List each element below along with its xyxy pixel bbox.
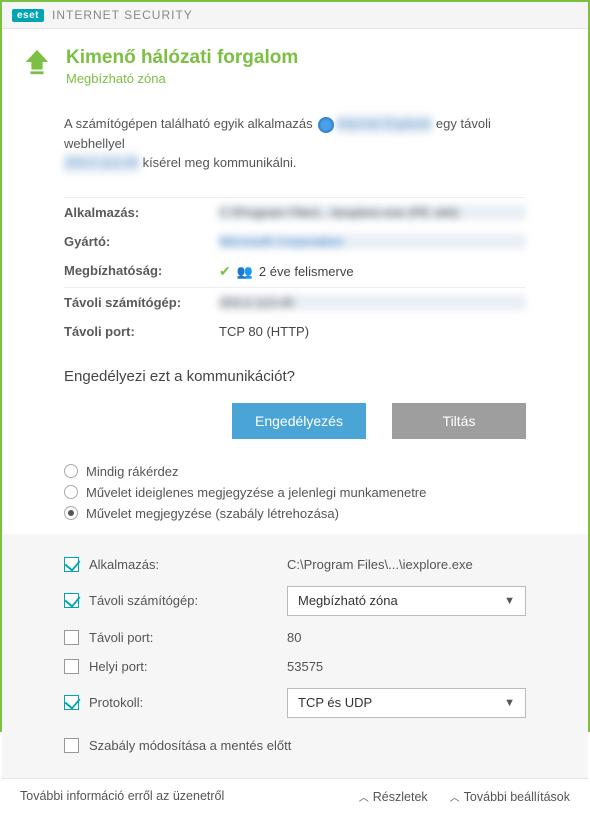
value-vendor: Microsoft Corporation: [219, 234, 526, 249]
product-name: INTERNET SECURITY: [52, 8, 193, 22]
radio-icon: [64, 506, 78, 520]
ie-icon: [318, 117, 334, 133]
rule-section: Alkalmazás: C:\Program Files\...\iexplor…: [2, 534, 588, 778]
select-protocol[interactable]: TCP és UDP▼: [287, 688, 526, 718]
brand-badge: eset: [12, 9, 44, 22]
value-port: TCP 80 (HTTP): [219, 324, 526, 339]
upload-arrow-icon: [22, 47, 52, 80]
details-toggle[interactable]: ︿Részletek: [359, 789, 428, 804]
label-app: Alkalmazás:: [64, 205, 219, 220]
titlebar: eset INTERNET SECURITY: [2, 2, 588, 29]
more-settings-toggle[interactable]: ︿További beállítások: [450, 789, 570, 804]
rule-value-rport: 80: [287, 630, 526, 645]
radio-icon: [64, 485, 78, 499]
rule-label-app: Alkalmazás:: [89, 557, 277, 572]
footer: További információ erről az üzenetről ︿R…: [2, 778, 588, 814]
redacted-host: 203.0.113.45: [64, 153, 139, 173]
value-remote: 203.0.113.45: [219, 295, 526, 310]
chevron-down-icon: ▼: [504, 595, 515, 607]
checkbox-remote-port[interactable]: [64, 630, 79, 645]
rule-value-lport: 53575: [287, 659, 526, 674]
redacted-app: Internet Explorer: [336, 114, 432, 134]
rule-label-rport: Távoli port:: [89, 630, 277, 645]
allow-button[interactable]: Engedélyezés: [232, 403, 366, 439]
radio-create-rule[interactable]: Művelet megjegyzése (szabály létrehozása…: [64, 503, 526, 524]
dialog-title: Kimenő hálózati forgalom: [66, 47, 298, 69]
value-app: C:\Program Files\...\iexplore.exe (PE x6…: [219, 205, 526, 220]
question-text: Engedélyezi ezt a kommunikációt?: [64, 368, 526, 385]
checkbox-remote[interactable]: [64, 593, 79, 608]
remember-options: Mindig rákérdez Művelet ideiglenes megje…: [64, 461, 526, 524]
people-icon: 👥: [237, 264, 253, 279]
rule-value-app: C:\Program Files\...\iexplore.exe: [287, 557, 526, 572]
rule-label-lport: Helyi port:: [89, 659, 277, 674]
label-remote: Távoli számítógép:: [64, 295, 219, 310]
radio-always-ask[interactable]: Mindig rákérdez: [64, 461, 526, 482]
checkbox-local-port[interactable]: [64, 659, 79, 674]
dialog-subtitle: Megbízható zóna: [66, 71, 298, 86]
more-info-link[interactable]: További információ erről az üzenetről: [20, 789, 224, 803]
checkbox-modify-before-save[interactable]: [64, 738, 79, 753]
chevron-up-icon: ︿: [450, 793, 460, 804]
checkbox-app[interactable]: [64, 557, 79, 572]
checkbox-protocol[interactable]: [64, 695, 79, 710]
select-remote-zone[interactable]: Megbízható zóna▼: [287, 586, 526, 616]
dialog-header: Kimenő hálózati forgalom Megbízható zóna: [2, 29, 588, 98]
radio-temp-remember[interactable]: Művelet ideiglenes megjegyzése a jelenle…: [64, 482, 526, 503]
label-vendor: Gyártó:: [64, 234, 219, 249]
info-table: Alkalmazás:C:\Program Files\...\iexplore…: [64, 187, 526, 346]
label-modify-before-save: Szabály módosítása a mentés előtt: [89, 738, 526, 753]
label-port: Távoli port:: [64, 324, 219, 339]
chevron-down-icon: ▼: [504, 697, 515, 709]
rule-label-remote: Távoli számítógép:: [89, 593, 277, 608]
value-trust: ✔👥2 éve felismerve: [219, 263, 526, 280]
intro-text: A számítógépen található egyik alkalmazá…: [64, 114, 526, 173]
rule-label-proto: Protokoll:: [89, 695, 277, 710]
radio-icon: [64, 464, 78, 478]
label-trust: Megbízhatóság:: [64, 263, 219, 280]
deny-button[interactable]: Tiltás: [392, 403, 526, 439]
check-icon: ✔: [219, 263, 231, 279]
chevron-up-icon: ︿: [359, 793, 369, 804]
